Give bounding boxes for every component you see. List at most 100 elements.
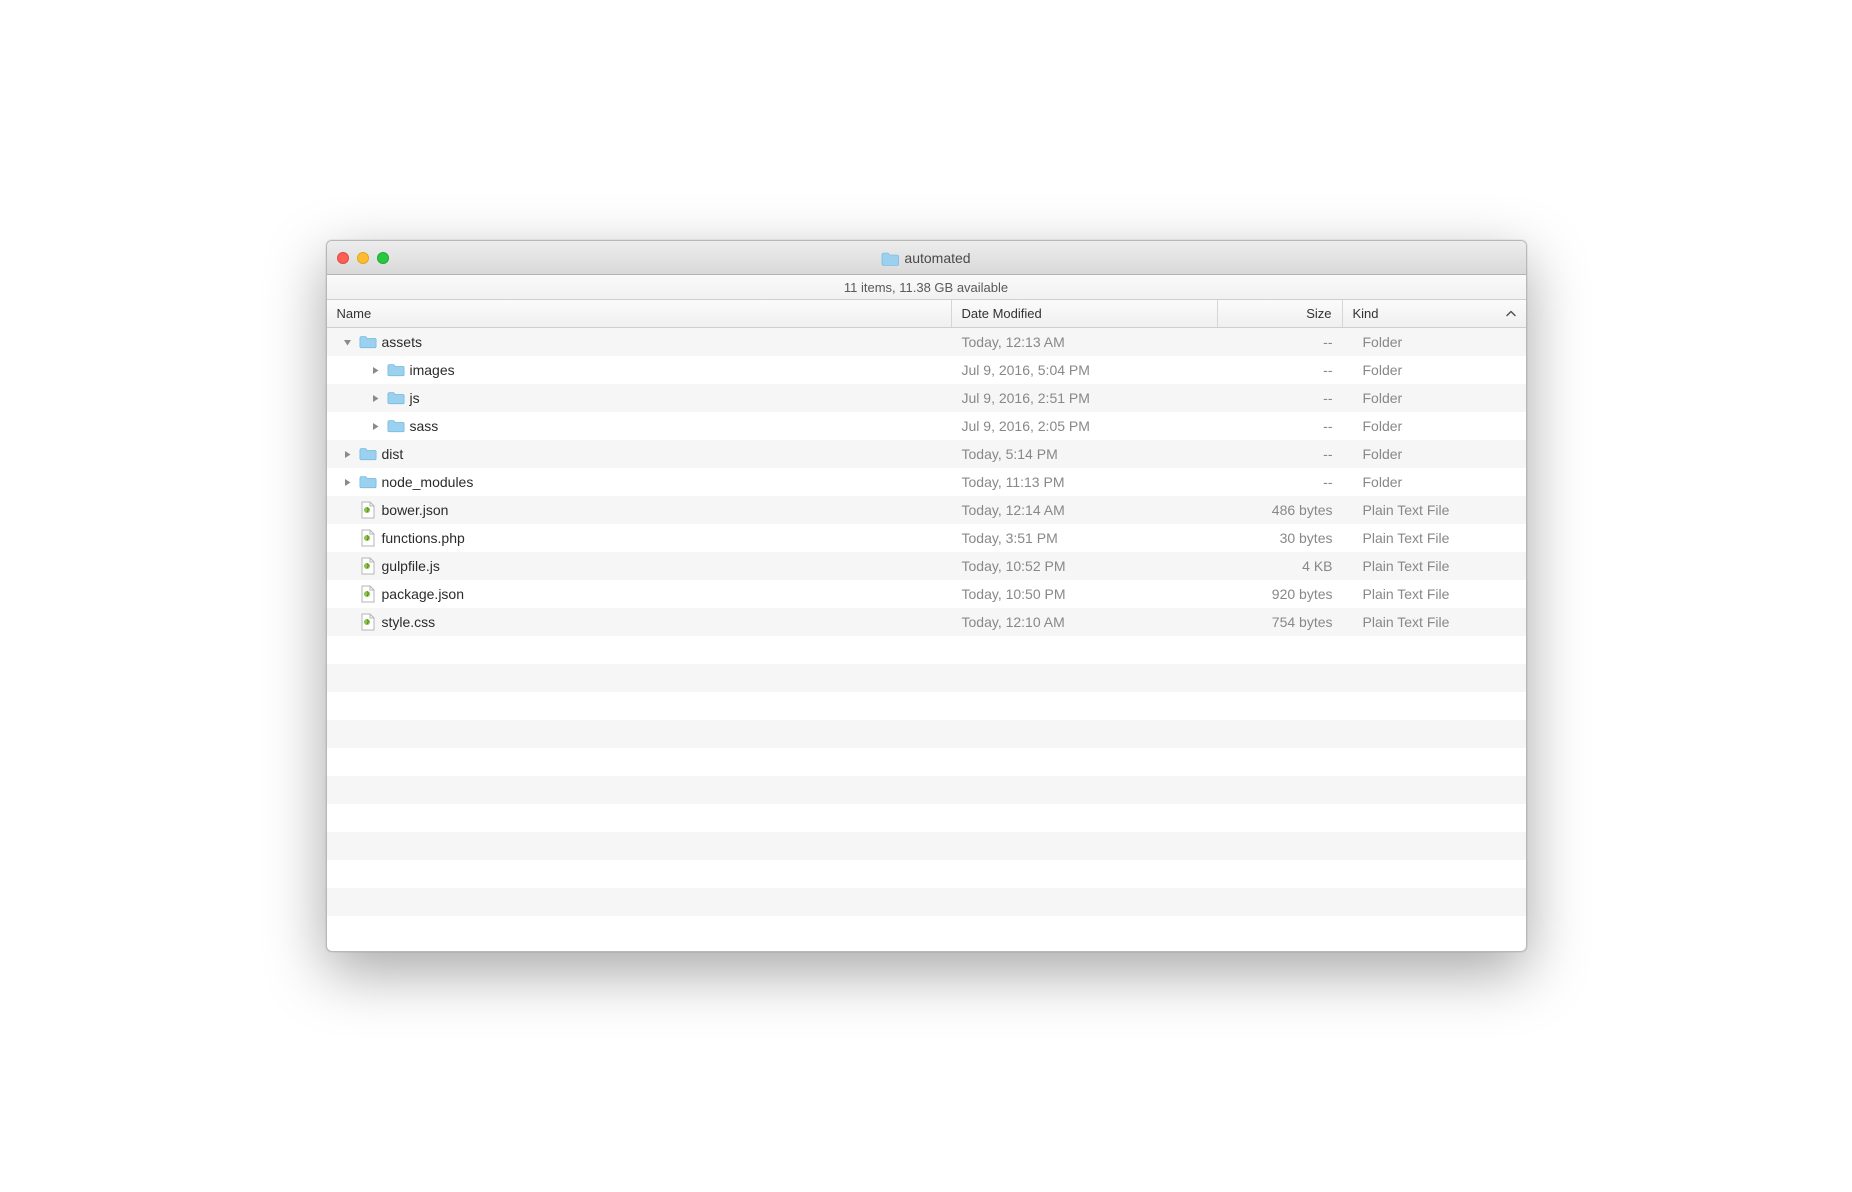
name-cell: dist <box>327 445 952 463</box>
date-cell: Today, 12:10 AM <box>952 614 1218 630</box>
folder-icon <box>359 473 377 491</box>
date-cell: Today, 3:51 PM <box>952 530 1218 546</box>
empty-row <box>327 860 1526 888</box>
close-button[interactable] <box>337 252 349 264</box>
file-name: package.json <box>382 586 465 602</box>
file-name: js <box>410 390 420 406</box>
size-cell: 920 bytes <box>1218 586 1343 602</box>
status-bar: 11 items, 11.38 GB available <box>327 275 1526 300</box>
minimize-button[interactable] <box>357 252 369 264</box>
file-icon <box>359 613 377 631</box>
empty-row <box>327 804 1526 832</box>
date-cell: Jul 9, 2016, 2:05 PM <box>952 418 1218 434</box>
folder-icon <box>359 445 377 463</box>
empty-row <box>327 832 1526 860</box>
table-row[interactable]: bower.jsonToday, 12:14 AM486 bytesPlain … <box>327 496 1526 524</box>
empty-row <box>327 692 1526 720</box>
date-cell: Today, 10:52 PM <box>952 558 1218 574</box>
column-header-row: Name Date Modified Size Kind <box>327 300 1526 328</box>
name-cell: assets <box>327 333 952 351</box>
name-cell: node_modules <box>327 473 952 491</box>
file-name: dist <box>382 446 404 462</box>
kind-cell: Plain Text File <box>1343 586 1526 602</box>
file-name: functions.php <box>382 530 465 546</box>
column-header-kind[interactable]: Kind <box>1343 300 1526 327</box>
disclosure-triangle-icon[interactable] <box>370 364 382 376</box>
empty-row <box>327 720 1526 748</box>
kind-cell: Plain Text File <box>1343 614 1526 630</box>
name-cell: style.css <box>327 613 952 631</box>
finder-window: automated 11 items, 11.38 GB available N… <box>326 240 1527 952</box>
name-cell: images <box>327 361 952 379</box>
size-cell: 4 KB <box>1218 558 1343 574</box>
status-text: 11 items, 11.38 GB available <box>844 280 1008 295</box>
size-cell: 30 bytes <box>1218 530 1343 546</box>
zoom-button[interactable] <box>377 252 389 264</box>
window-title: automated <box>904 250 970 266</box>
file-name: gulpfile.js <box>382 558 440 574</box>
name-cell: gulpfile.js <box>327 557 952 575</box>
column-header-label: Name <box>337 306 372 321</box>
column-header-name[interactable]: Name <box>327 300 952 327</box>
folder-icon <box>881 252 897 264</box>
window-title-area: automated <box>327 250 1526 266</box>
kind-cell: Plain Text File <box>1343 530 1526 546</box>
kind-cell: Folder <box>1343 446 1526 462</box>
empty-row <box>327 748 1526 776</box>
column-header-date[interactable]: Date Modified <box>952 300 1218 327</box>
kind-cell: Plain Text File <box>1343 558 1526 574</box>
date-cell: Today, 12:13 AM <box>952 334 1218 350</box>
file-icon <box>359 557 377 575</box>
disclosure-triangle-icon[interactable] <box>342 336 354 348</box>
table-row[interactable]: style.css Today, 12:10 AM754 bytesPlain T… <box>327 608 1526 636</box>
empty-row <box>327 888 1526 916</box>
date-cell: Today, 12:14 AM <box>952 502 1218 518</box>
traffic-lights <box>337 252 389 264</box>
name-cell: sass <box>327 417 952 435</box>
file-name: bower.json <box>382 502 449 518</box>
date-cell: Today, 5:14 PM <box>952 446 1218 462</box>
folder-icon <box>387 361 405 379</box>
size-cell: -- <box>1218 334 1343 350</box>
folder-icon <box>387 417 405 435</box>
size-cell: -- <box>1218 390 1343 406</box>
empty-row <box>327 664 1526 692</box>
file-icon <box>359 501 377 519</box>
kind-cell: Folder <box>1343 474 1526 490</box>
empty-row <box>327 636 1526 664</box>
size-cell: 486 bytes <box>1218 502 1343 518</box>
disclosure-triangle-icon[interactable] <box>370 420 382 432</box>
file-name: style.css <box>382 614 436 630</box>
file-icon <box>359 529 377 547</box>
table-row[interactable]: js Jul 9, 2016, 2:51 PM--Folder <box>327 384 1526 412</box>
kind-cell: Folder <box>1343 390 1526 406</box>
table-row[interactable]: sass Jul 9, 2016, 2:05 PM--Folder <box>327 412 1526 440</box>
column-header-size[interactable]: Size <box>1218 300 1343 327</box>
date-cell: Jul 9, 2016, 2:51 PM <box>952 390 1218 406</box>
table-row[interactable]: node_modulesToday, 11:13 PM--Folder <box>327 468 1526 496</box>
name-cell: functions.php <box>327 529 952 547</box>
disclosure-triangle-icon[interactable] <box>342 476 354 488</box>
file-name: sass <box>410 418 439 434</box>
table-row[interactable]: gulpfile.js Today, 10:52 PM4 KBPlain Text… <box>327 552 1526 580</box>
kind-cell: Folder <box>1343 362 1526 378</box>
kind-cell: Folder <box>1343 418 1526 434</box>
kind-cell: Folder <box>1343 334 1526 350</box>
chevron-up-icon <box>1506 306 1516 321</box>
table-row[interactable]: distToday, 5:14 PM--Folder <box>327 440 1526 468</box>
titlebar[interactable]: automated <box>327 241 1526 275</box>
date-cell: Today, 11:13 PM <box>952 474 1218 490</box>
size-cell: -- <box>1218 474 1343 490</box>
disclosure-triangle-icon[interactable] <box>370 392 382 404</box>
name-cell: package.json <box>327 585 952 603</box>
table-row[interactable]: package.jsonToday, 10:50 PM920 bytesPlai… <box>327 580 1526 608</box>
size-cell: 754 bytes <box>1218 614 1343 630</box>
table-row[interactable]: imagesJul 9, 2016, 5:04 PM--Folder <box>327 356 1526 384</box>
file-name: assets <box>382 334 422 350</box>
folder-icon <box>387 389 405 407</box>
disclosure-triangle-icon[interactable] <box>342 448 354 460</box>
size-cell: -- <box>1218 418 1343 434</box>
table-row[interactable]: functions.php Today, 3:51 PM30 bytesPlain… <box>327 524 1526 552</box>
name-cell: bower.json <box>327 501 952 519</box>
table-row[interactable]: assets Today, 12:13 AM--Folder <box>327 328 1526 356</box>
